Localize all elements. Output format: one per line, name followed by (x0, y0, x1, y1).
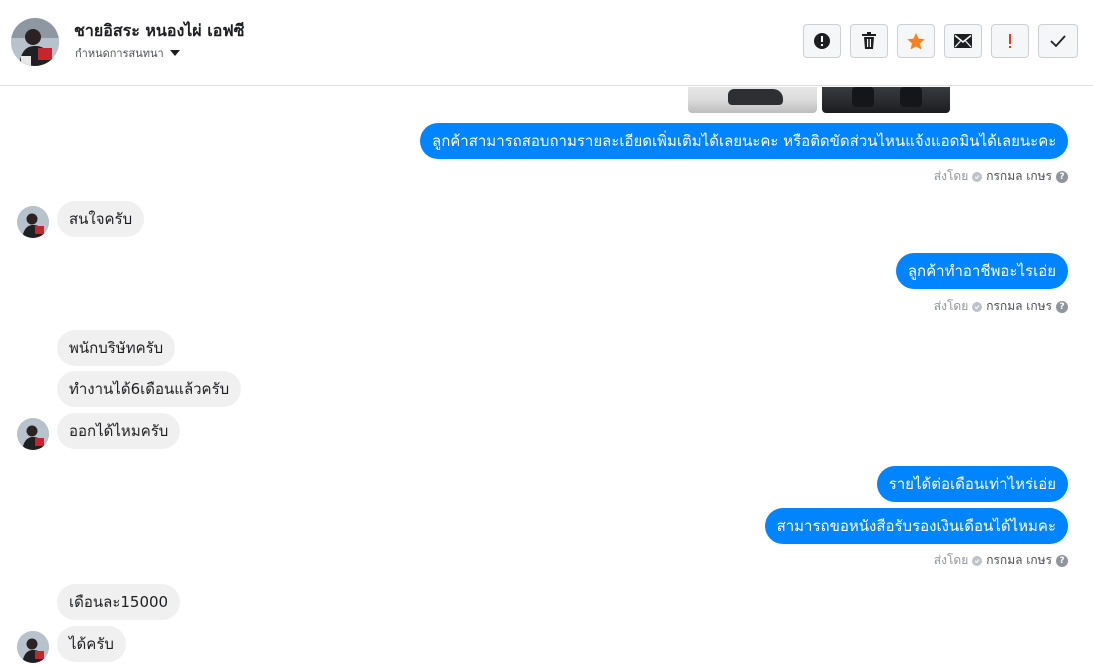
sender-name[interactable]: กรกมล เกษร (986, 297, 1052, 316)
contact-avatar[interactable] (11, 18, 59, 66)
sent-by-meta: ส่งโดย กรกมล เกษร ? (934, 551, 1068, 570)
report-spam-button[interactable] (803, 24, 841, 58)
contact-avatar-small[interactable] (17, 631, 49, 663)
follow-up-button[interactable] (991, 24, 1029, 58)
contact-photo (11, 18, 59, 66)
incoming-message[interactable]: เดือนละ15000 (57, 584, 181, 620)
trash-icon (862, 32, 876, 49)
outgoing-message[interactable]: ลูกค้าทำอาชีพอะไรเอ่ย (895, 253, 1068, 289)
mark-done-button[interactable] (1038, 24, 1078, 58)
incoming-message[interactable]: ได้ครับ (57, 626, 126, 662)
assign-conversation-label: กำหนดการสนทนา (75, 47, 164, 60)
delete-button[interactable] (850, 24, 888, 58)
mark-unread-button[interactable] (944, 24, 982, 58)
verified-icon (972, 171, 983, 182)
sent-by-meta: ส่งโดย กรกมล เกษร ? (934, 297, 1068, 316)
envelope-icon (954, 34, 972, 48)
assign-conversation-dropdown[interactable]: กำหนดการสนทนา (75, 44, 180, 62)
sent-by-prefix: ส่งโดย (933, 299, 969, 313)
message-thread[interactable]: ลูกค้าสามารถสอบถามรายละเอียดเพิ่มเติมได้… (0, 87, 1093, 665)
help-icon[interactable]: ? (1056, 170, 1068, 183)
attached-photo[interactable] (688, 87, 817, 113)
help-icon[interactable]: ? (1056, 554, 1068, 567)
incoming-message[interactable]: สนใจครับ (57, 201, 145, 237)
star-button[interactable] (897, 24, 935, 58)
incoming-message[interactable]: ทำงานได้6เดือนแล้วครับ (57, 371, 242, 407)
sender-name[interactable]: กรกมล เกษร (986, 167, 1052, 186)
star-icon (907, 32, 925, 49)
outgoing-message[interactable]: สามารถขอหนังสือรับรองเงินเดือนได้ไหมคะ (764, 508, 1068, 544)
incoming-message[interactable]: พนักบริษัทครับ (57, 330, 176, 366)
sent-by-meta: ส่งโดย กรกมล เกษร ? (934, 167, 1068, 186)
attached-photo[interactable] (822, 87, 950, 113)
outgoing-message[interactable]: ลูกค้าสามารถสอบถามรายละเอียดเพิ่มเติมได้… (420, 123, 1068, 159)
conversation-toolbar (803, 24, 1078, 58)
incoming-message[interactable]: ออกได้ไหมครับ (57, 413, 181, 449)
outgoing-message[interactable]: รายได้ต่อเดือนเท่าไหร่เอ่ย (876, 466, 1068, 502)
sender-name[interactable]: กรกมล เกษร (986, 551, 1052, 570)
contact-avatar-small[interactable] (17, 206, 49, 238)
conversation-header: ชายอิสระ หนองไผ่ เอฟซี กำหนดการสนทนา (0, 0, 1093, 86)
contact-name: ชายอิสระ หนองไผ่ เอฟซี (74, 21, 245, 40)
exclamation-icon (1009, 34, 1011, 48)
verified-icon (972, 555, 983, 566)
alert-circle-icon (814, 33, 830, 49)
checkmark-icon (1050, 35, 1066, 48)
verified-icon (972, 301, 983, 312)
caret-down-icon (169, 50, 180, 56)
sent-by-prefix: ส่งโดย (933, 553, 969, 567)
contact-avatar-small[interactable] (17, 418, 49, 450)
sent-by-prefix: ส่งโดย (933, 169, 969, 183)
help-icon[interactable]: ? (1056, 300, 1068, 313)
